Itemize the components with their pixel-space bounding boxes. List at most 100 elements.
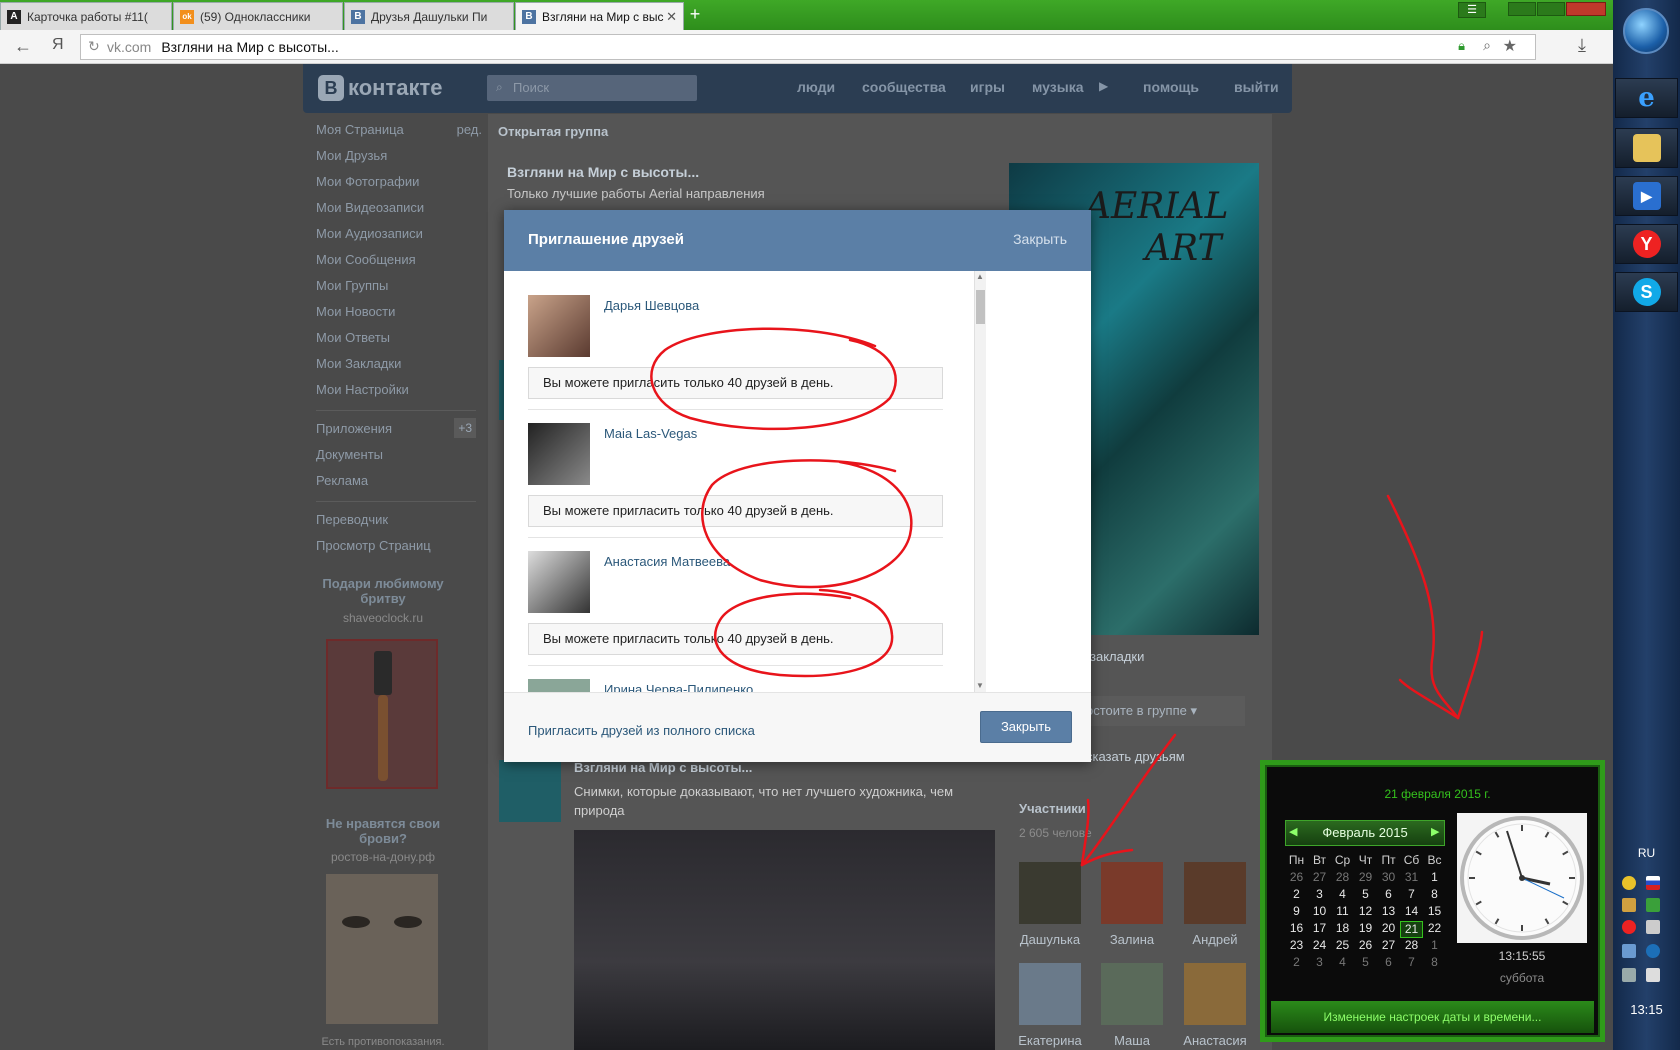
- post-author-avatar[interactable]: [499, 760, 561, 822]
- notification-icon[interactable]: [1622, 876, 1636, 890]
- browser-tab[interactable]: ok (59) Одноклассники: [173, 2, 343, 30]
- calendar-day[interactable]: 1: [1423, 938, 1446, 955]
- calendar-day[interactable]: 26: [1354, 938, 1377, 955]
- membership-dropdown[interactable]: остоите в группе ▾: [1080, 696, 1245, 726]
- new-tab-icon[interactable]: +: [686, 5, 704, 23]
- menu-icon[interactable]: ☰: [1458, 2, 1486, 18]
- edit-link[interactable]: ред.: [457, 120, 482, 140]
- calendar-day[interactable]: 11: [1331, 904, 1354, 921]
- calendar-day[interactable]: 30: [1377, 870, 1400, 887]
- calendar-day[interactable]: 26: [1285, 870, 1308, 887]
- taskbar-skype[interactable]: S: [1615, 272, 1678, 312]
- month-header[interactable]: Февраль 2015: [1285, 820, 1445, 846]
- ad-title[interactable]: Подари любимому бритву: [303, 576, 463, 606]
- member-card[interactable]: Залина: [1100, 862, 1164, 947]
- sidebar-item-friends[interactable]: Мои Друзья: [316, 146, 476, 172]
- sidebar-item-apps[interactable]: Приложения +3: [316, 418, 476, 445]
- avatar[interactable]: [528, 423, 590, 485]
- sidebar-item-page-views[interactable]: Просмотр Страниц: [316, 536, 476, 562]
- calendar-day[interactable]: 7: [1400, 887, 1423, 904]
- calendar-day[interactable]: 25: [1331, 938, 1354, 955]
- sidebar-item-answers[interactable]: Мои Ответы: [316, 328, 476, 354]
- calendar-day[interactable]: 5: [1354, 955, 1377, 972]
- calendar-day-today[interactable]: 21: [1400, 921, 1423, 938]
- tray-app-icon[interactable]: [1622, 944, 1636, 958]
- calendar-day[interactable]: 19: [1354, 921, 1377, 938]
- calendar-day[interactable]: 16: [1285, 921, 1308, 938]
- full-date[interactable]: 21 февраля 2015 г.: [1265, 787, 1610, 801]
- calendar-day[interactable]: 27: [1308, 870, 1331, 887]
- scroll-down-icon[interactable]: ▼: [976, 681, 984, 690]
- calendar-day[interactable]: 4: [1331, 955, 1354, 972]
- invite-full-list-link[interactable]: Пригласить друзей из полного списка: [528, 723, 755, 738]
- sidebar-item-news[interactable]: Мои Новости: [316, 302, 476, 328]
- modal-close-link[interactable]: Закрыть: [1013, 231, 1067, 247]
- calendar-day[interactable]: 10: [1308, 904, 1331, 921]
- ad-site[interactable]: ростов-на-дону.рф: [303, 850, 463, 864]
- friend-name[interactable]: Ирина Черва-Пилипенко: [604, 682, 753, 692]
- tell-friends-link[interactable]: сказать друзьям: [1086, 749, 1185, 764]
- sidebar-item-videos[interactable]: Мои Видеозаписи: [316, 198, 476, 224]
- taskbar-clock[interactable]: 13:15: [1613, 1002, 1680, 1017]
- search-input[interactable]: Поиск: [487, 75, 697, 101]
- member-card[interactable]: Екатерина: [1018, 963, 1082, 1048]
- close-button[interactable]: Закрыть: [980, 711, 1072, 743]
- calendar-day[interactable]: 6: [1377, 887, 1400, 904]
- calendar-day[interactable]: 18: [1331, 921, 1354, 938]
- calendar-day[interactable]: 17: [1308, 921, 1331, 938]
- calendar-day[interactable]: 8: [1423, 955, 1446, 972]
- address-field[interactable]: ↻ vk.com Взгляни на Мир с высоты... 🔒︎ ⌕…: [80, 34, 1536, 60]
- nav-people[interactable]: люди: [797, 79, 835, 95]
- member-card[interactable]: Маша: [1100, 963, 1164, 1048]
- sidebar-item-my-page[interactable]: Моя Страница ред.: [316, 120, 482, 146]
- sidebar-item-documents[interactable]: Документы: [316, 445, 476, 471]
- taskbar-explorer[interactable]: [1615, 128, 1678, 168]
- scrollbar-thumb[interactable]: [976, 290, 985, 324]
- ad-site[interactable]: shaveoclock.ru: [303, 611, 463, 625]
- members-heading[interactable]: Участники: [1019, 801, 1086, 816]
- back-arrow-icon[interactable]: ←: [14, 36, 32, 57]
- sidebar-item-messages[interactable]: Мои Сообщения: [316, 250, 476, 276]
- next-month-icon[interactable]: ▶: [1431, 825, 1439, 838]
- sidebar-item-translator[interactable]: Переводчик: [316, 510, 476, 536]
- browser-tab[interactable]: В Друзья Дашульки Пи: [344, 2, 514, 30]
- play-icon[interactable]: ▶: [1099, 79, 1108, 93]
- scrollbar[interactable]: [974, 271, 986, 692]
- calendar-day[interactable]: 28: [1331, 870, 1354, 887]
- bookmark-link[interactable]: закладки: [1090, 649, 1144, 664]
- calendar-day[interactable]: 8: [1423, 887, 1446, 904]
- member-card[interactable]: Анастасия: [1183, 963, 1247, 1048]
- taskbar-yandex-browser[interactable]: Y: [1615, 224, 1678, 264]
- browser-tab[interactable]: А Карточка работы #11(: [0, 2, 172, 30]
- windows-start-icon[interactable]: [1623, 8, 1669, 54]
- nav-help[interactable]: помощь: [1143, 79, 1199, 95]
- calendar-day[interactable]: 29: [1354, 870, 1377, 887]
- calendar-day[interactable]: 20: [1377, 921, 1400, 938]
- calendar-day[interactable]: 2: [1285, 887, 1308, 904]
- calendar-day[interactable]: 9: [1285, 904, 1308, 921]
- calendar-day[interactable]: 13: [1377, 904, 1400, 921]
- flag-icon[interactable]: [1646, 876, 1660, 890]
- sidebar-item-bookmarks[interactable]: Мои Закладки: [316, 354, 476, 380]
- ad-image-razor[interactable]: [326, 639, 438, 789]
- yandex-icon[interactable]: Я: [52, 36, 64, 54]
- calendar-day[interactable]: 22: [1423, 921, 1446, 938]
- calendar-day[interactable]: 3: [1308, 887, 1331, 904]
- calendar-day[interactable]: 12: [1354, 904, 1377, 921]
- calendar-day[interactable]: 2: [1285, 955, 1308, 972]
- change-date-time-link[interactable]: Изменение настроек даты и времени...: [1271, 1001, 1594, 1033]
- language-indicator[interactable]: RU: [1613, 846, 1680, 860]
- prev-month-icon[interactable]: ◀: [1289, 825, 1297, 838]
- star-icon[interactable]: ★: [1503, 36, 1517, 56]
- calendar-day[interactable]: 7: [1400, 955, 1423, 972]
- sidebar-item-photos[interactable]: Мои Фотографии: [316, 172, 476, 198]
- reload-icon[interactable]: ↻: [88, 38, 100, 55]
- post-image[interactable]: [574, 830, 995, 1050]
- calendar-day[interactable]: 14: [1400, 904, 1423, 921]
- calendar-day[interactable]: 6: [1377, 955, 1400, 972]
- nav-logout[interactable]: выйти: [1234, 79, 1279, 95]
- network-icon[interactable]: [1646, 920, 1660, 934]
- member-card[interactable]: Дашулька: [1018, 862, 1082, 947]
- sidebar-item-settings[interactable]: Мои Настройки: [316, 380, 476, 406]
- calendar-day[interactable]: 1: [1423, 870, 1446, 887]
